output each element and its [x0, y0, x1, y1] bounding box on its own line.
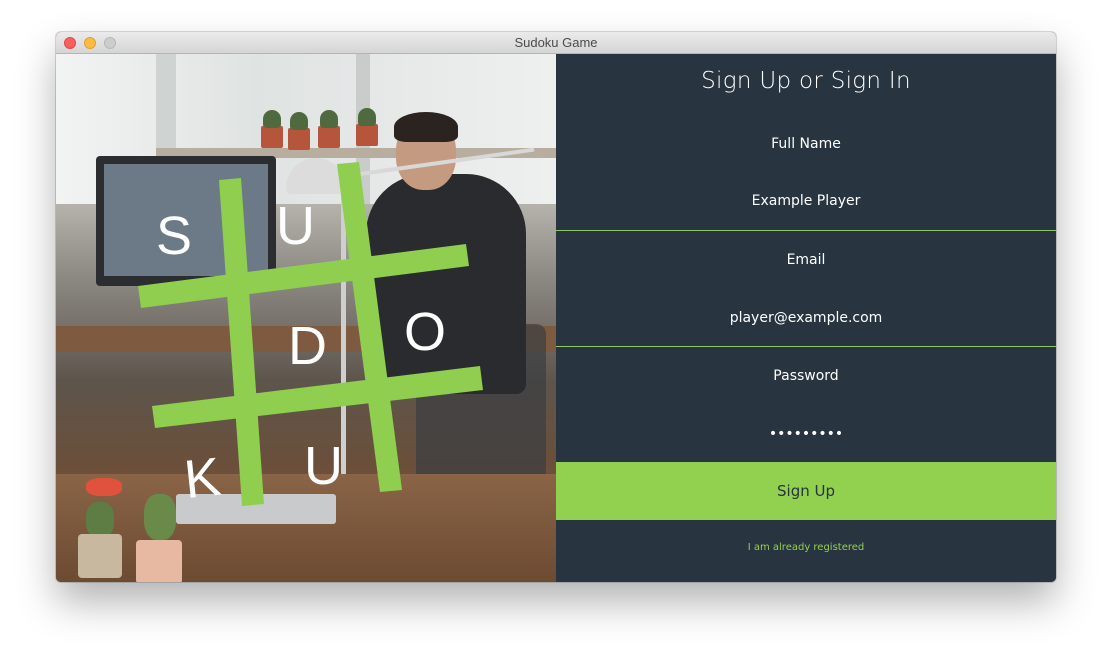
grid-line-vertical-right: [337, 162, 402, 492]
already-registered-link[interactable]: I am already registered: [556, 542, 1056, 553]
window-title: Sudoku Game: [514, 35, 598, 50]
full-name-input[interactable]: [556, 186, 1056, 216]
logo-letter-d: D: [288, 316, 327, 376]
logo-letter-u: U: [276, 196, 315, 256]
background-photo: S U D O K U: [56, 54, 556, 582]
password-input[interactable]: [556, 419, 1056, 449]
logo-letter-k: K: [181, 447, 223, 510]
logo-letter-u: U: [304, 436, 343, 496]
form-title: Sign Up or Sign In: [701, 68, 911, 94]
email-input[interactable]: [556, 303, 1056, 333]
email-label: Email: [786, 252, 826, 268]
logo-letter-o: O: [404, 302, 446, 362]
sudoku-logo: S U D O K U: [138, 162, 483, 510]
password-label: Password: [773, 368, 839, 384]
logo-letter-s: S: [156, 206, 192, 266]
sign-up-form: Sign Up or Sign In Full Name Email Passw…: [556, 54, 1056, 582]
email-divider: [556, 346, 1056, 347]
app-window: Sudoku Game S U D O K U Sign Up or Sign …: [56, 32, 1056, 582]
titlebar: Sudoku Game: [56, 32, 1056, 54]
grid-line-vertical-left: [219, 178, 264, 506]
full-name-label: Full Name: [771, 136, 841, 152]
full-name-divider: [556, 230, 1056, 231]
sign-up-button[interactable]: Sign Up: [556, 462, 1056, 520]
